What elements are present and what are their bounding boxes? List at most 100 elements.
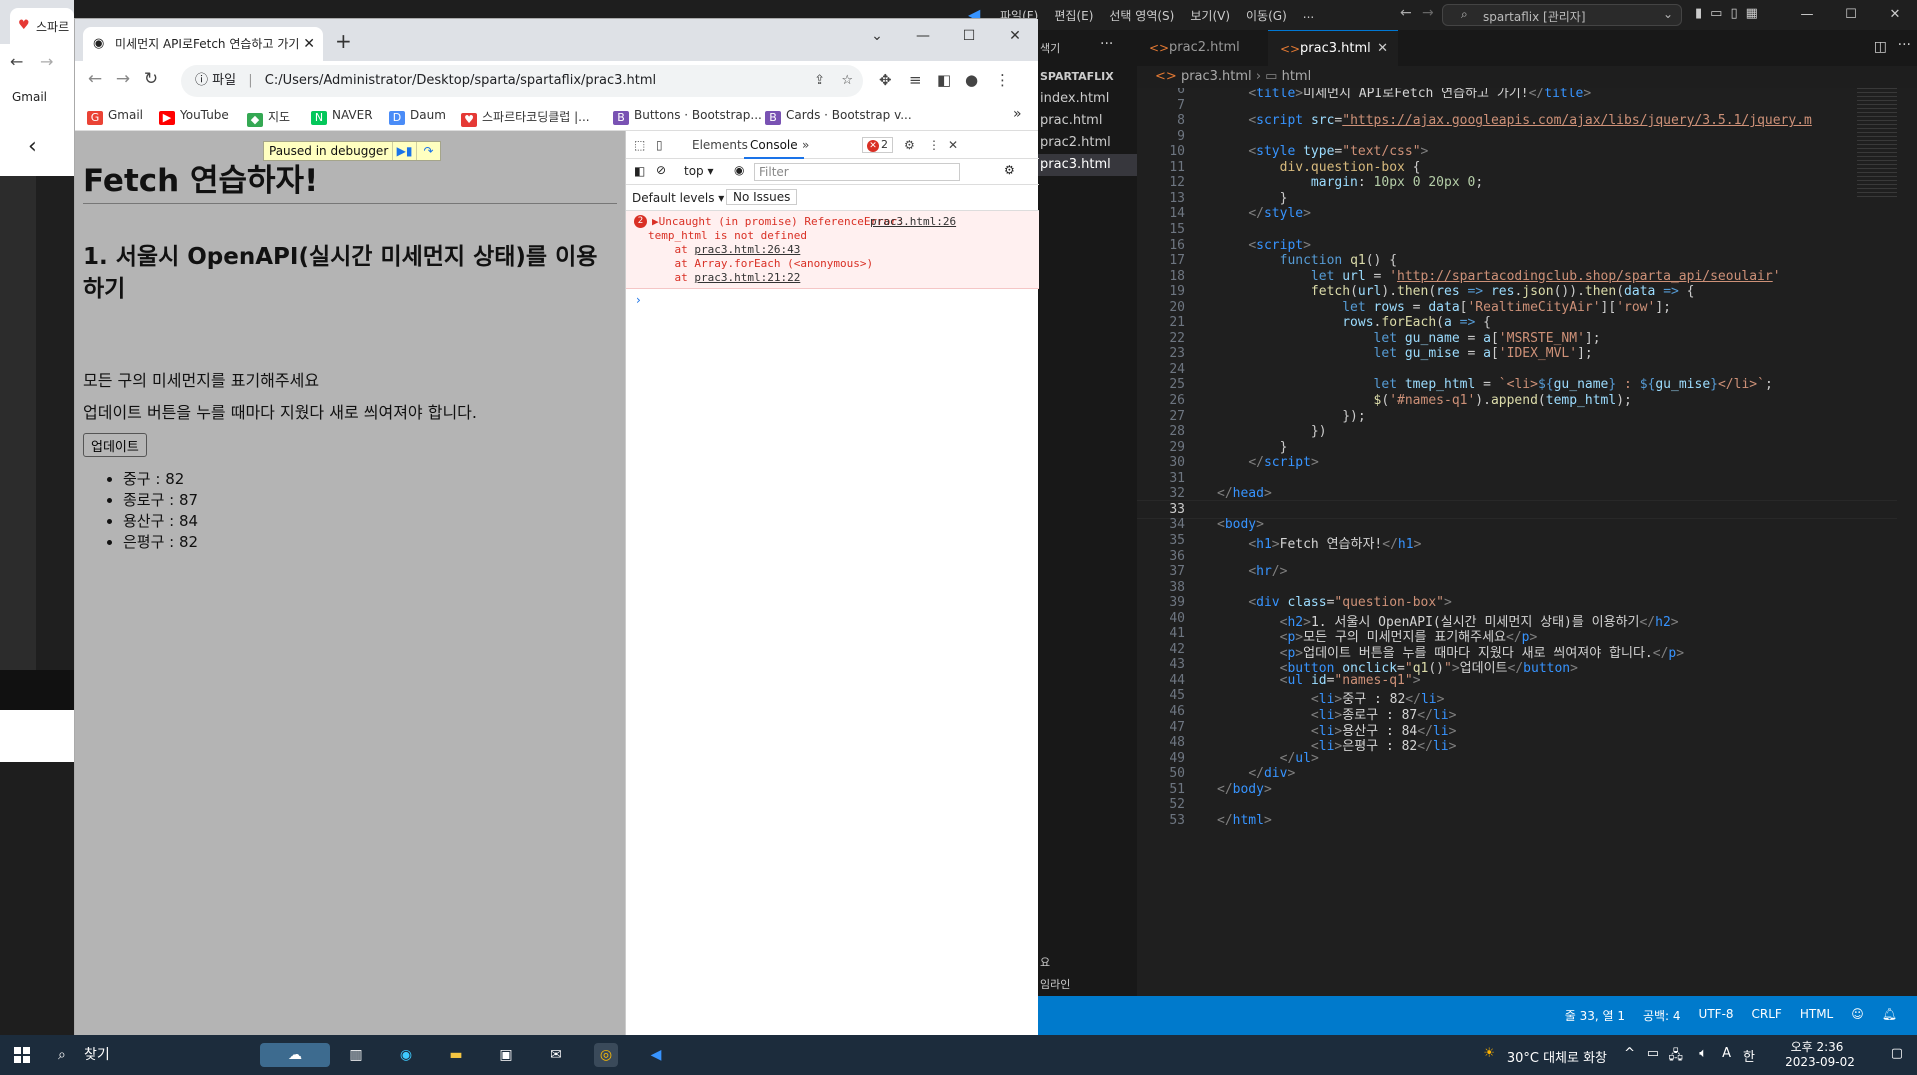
background-bookmark-gmail[interactable]: Gmail	[12, 90, 47, 104]
close-tab-icon[interactable]: ✕	[303, 27, 315, 61]
menu-kebab-icon[interactable]: ⋮	[995, 71, 1010, 89]
stack-frame-link-3[interactable]: prac3.html:21:22	[694, 271, 800, 284]
code-line[interactable]: <title>미세먼지 API로Fetch 연습하고 가기!</title>	[1217, 88, 1591, 101]
vscode-icon[interactable]: ◀	[644, 1043, 668, 1067]
nav-forward-icon[interactable]: →	[1422, 5, 1434, 21]
error-count-badge[interactable]: ✕ 2	[862, 137, 893, 153]
bookmark-bootstrap-buttons[interactable]: B Buttons · Bootstrap...	[613, 108, 762, 125]
bookmark-youtube[interactable]: ▶ YouTube	[159, 108, 229, 125]
code-line[interactable]: </div>	[1217, 766, 1295, 781]
forward-arrow-icon[interactable]: →	[111, 69, 135, 89]
close-icon[interactable]: ✕	[992, 19, 1038, 53]
issues-button[interactable]: No Issues	[726, 189, 798, 205]
sidebar-toggle-icon[interactable]: ◧	[634, 164, 645, 178]
clear-console-icon[interactable]: ⊘	[656, 163, 666, 177]
code-line[interactable]: fetch(url).then(res => res.json()).then(…	[1217, 284, 1695, 299]
code-line[interactable]: <div class="question-box">	[1217, 595, 1452, 610]
nav-back-icon[interactable]: ←	[1400, 5, 1412, 21]
clock-date[interactable]: 2023-09-02	[1775, 1055, 1865, 1069]
weather-text[interactable]: 30°C 대체로 화창	[1507, 1047, 1607, 1066]
bookmark-naver[interactable]: N NAVER	[311, 108, 373, 125]
code-line[interactable]: </html>	[1217, 813, 1272, 828]
code-line[interactable]: }	[1217, 191, 1288, 206]
close-icon[interactable]: ✕	[1873, 0, 1917, 30]
minimap[interactable]	[1857, 88, 1917, 198]
menu-edit[interactable]: 편집(E)	[1054, 7, 1093, 24]
profile-icon[interactable]: ●	[965, 71, 978, 89]
breadcrumb-file[interactable]: prac3.html	[1181, 69, 1252, 84]
console-prompt[interactable]: ›	[636, 293, 641, 307]
code-line[interactable]: </head>	[1217, 486, 1272, 501]
forward-arrow-icon[interactable]: →	[40, 52, 53, 71]
notification-icon[interactable]: ▢	[1891, 1046, 1903, 1061]
tab-prac3[interactable]: <> prac3.html ✕	[1268, 30, 1398, 66]
maximize-icon[interactable]: ☐	[1829, 0, 1873, 30]
code-line[interactable]: </script>	[1217, 455, 1318, 470]
file-explorer-icon[interactable]: ▬	[444, 1043, 468, 1067]
stack-frame-link-1[interactable]: prac3.html:26:43	[694, 243, 800, 256]
code-line[interactable]: });	[1217, 409, 1366, 424]
menu-go[interactable]: 이동(G)	[1246, 7, 1287, 24]
network-icon[interactable]: 🖧︎	[1669, 1046, 1684, 1068]
status-eol[interactable]: CRLF	[1752, 1007, 1782, 1024]
explorer-file-prac2[interactable]: prac2.html	[1034, 132, 1137, 154]
status-language[interactable]: HTML	[1800, 1007, 1833, 1024]
browser-tab[interactable]: ◉ 미세먼지 API로Fetch 연습하고 가기 ✕	[83, 27, 323, 61]
toggle-sidebar-icon[interactable]: ▮	[1695, 6, 1702, 21]
code-line[interactable]: let url = 'http://spartacodingclub.shop/…	[1217, 269, 1781, 284]
context-selector[interactable]: top ▾	[684, 164, 714, 178]
windows-start-icon[interactable]	[14, 1047, 30, 1063]
battery-icon[interactable]: ▭	[1647, 1046, 1659, 1061]
resume-icon[interactable]: ▶▮	[392, 142, 416, 160]
code-line[interactable]: let gu_mise = a['IDEX_MVL'];	[1217, 346, 1593, 361]
explorer-file-prac[interactable]: prac.html	[1034, 110, 1137, 132]
menu-view[interactable]: 보기(V)	[1190, 7, 1230, 24]
reload-icon[interactable]: ↻	[139, 69, 163, 89]
code-line[interactable]: <script src="https://ajax.googleapis.com…	[1217, 113, 1812, 128]
code-line[interactable]: let rows = data['RealtimeCityAir']['row'…	[1217, 300, 1671, 315]
reading-list-icon[interactable]: ≡	[909, 71, 922, 89]
background-tab[interactable]: ♥ 스파르	[10, 8, 74, 44]
update-button[interactable]: 업데이트	[83, 433, 147, 457]
split-editor-icon[interactable]: ◫	[1874, 39, 1887, 55]
bookmark-maps[interactable]: ◆ 지도	[247, 108, 290, 127]
gear-icon[interactable]: ⚙	[1004, 163, 1015, 177]
code-line[interactable]: <script>	[1217, 238, 1311, 253]
status-cursor-position[interactable]: 줄 33, 열 1	[1565, 1007, 1625, 1024]
minimize-icon[interactable]: —	[900, 19, 946, 53]
address-bar[interactable]: ⓘ 파일 | C:/Users/Administrator/Desktop/sp…	[181, 65, 863, 97]
toggle-secondary-sidebar-icon[interactable]: ▯	[1730, 6, 1737, 21]
chevron-left-icon[interactable]: ‹	[28, 134, 37, 159]
bell-icon[interactable]: 🔔︎	[1882, 1007, 1897, 1024]
code-line[interactable]: div.question-box {	[1217, 160, 1421, 175]
mail-icon[interactable]: ✉	[544, 1043, 568, 1067]
menu-selection[interactable]: 선택 영역(S)	[1109, 7, 1174, 24]
show-hidden-icons-icon[interactable]: ^	[1624, 1046, 1635, 1061]
code-line[interactable]: $('#names-q1').append(temp_html);	[1217, 393, 1632, 408]
more-actions-icon[interactable]: ···	[1100, 36, 1113, 52]
explorer-file-prac3[interactable]: prac3.html	[1034, 154, 1137, 176]
console-filter-input[interactable]: Filter	[754, 163, 960, 181]
clock-time[interactable]: 오후 2:36	[1777, 1038, 1857, 1055]
chrome-icon[interactable]: ◎	[594, 1043, 618, 1067]
code-line[interactable]: }	[1217, 440, 1288, 455]
code-line[interactable]: let tmep_html = `<li>${gu_name} : ${gu_m…	[1217, 377, 1773, 392]
info-icon[interactable]: ⓘ	[195, 73, 208, 88]
menu-kebab-icon[interactable]: ⋮	[928, 138, 940, 152]
code-line[interactable]: rows.forEach(a => {	[1217, 315, 1491, 330]
menu-more[interactable]: ...	[1303, 7, 1314, 24]
code-line[interactable]: margin: 10px 0 20px 0;	[1217, 175, 1483, 190]
back-arrow-icon[interactable]: ←	[10, 52, 23, 71]
error-source-link[interactable]: prac3.html:26	[870, 215, 956, 229]
bookmark-spartacodingclub[interactable]: ♥ 스파르타코딩클럽 |...	[461, 108, 590, 127]
minimize-icon[interactable]: —	[1785, 0, 1829, 30]
expand-triangle-icon[interactable]: ▶	[652, 215, 659, 228]
toggle-panel-icon[interactable]: ▭	[1710, 6, 1722, 21]
extensions-icon[interactable]: ✥	[879, 71, 892, 89]
step-over-icon[interactable]: ↷	[416, 142, 440, 160]
device-toolbar-icon[interactable]: ▯	[656, 138, 663, 152]
code-line[interactable]: </body>	[1217, 782, 1272, 797]
task-view-icon[interactable]: ▥	[344, 1043, 368, 1067]
side-panel-icon[interactable]: ◧	[937, 71, 951, 89]
feedback-icon[interactable]: ☺	[1851, 1007, 1864, 1024]
